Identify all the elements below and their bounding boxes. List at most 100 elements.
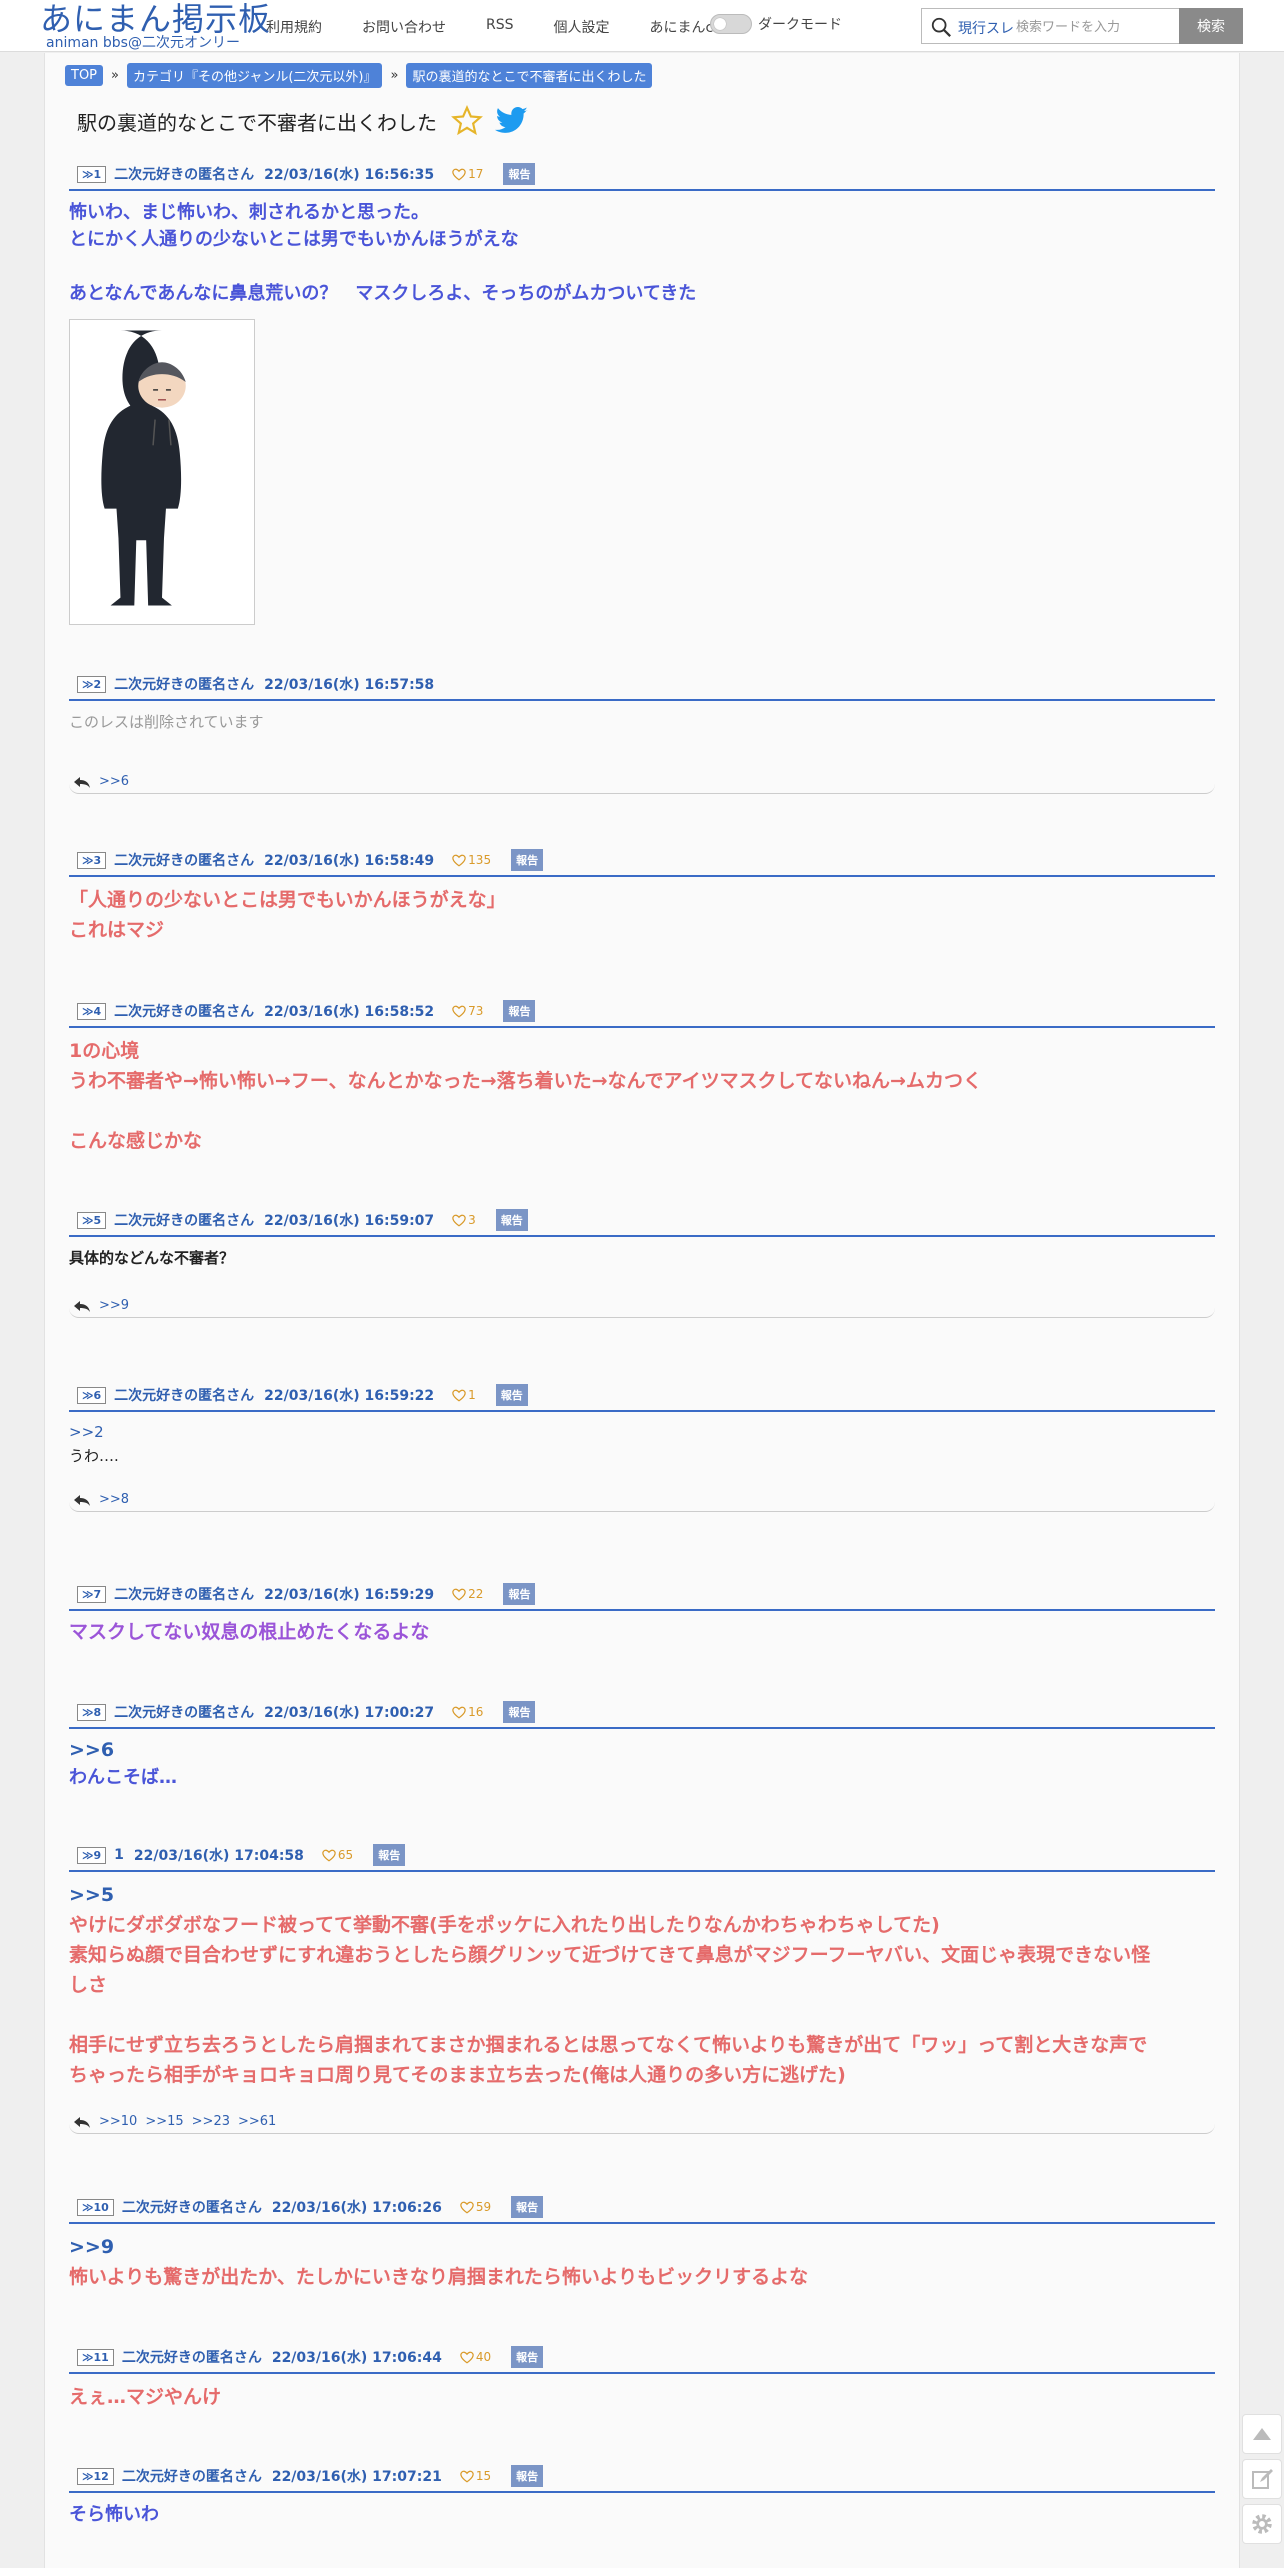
nav-terms[interactable]: 利用規約 — [266, 17, 322, 37]
post-number[interactable]: ≫7 — [77, 1585, 107, 1603]
like-button[interactable]: 73 — [452, 1004, 483, 1018]
report-button[interactable]: 報告 — [511, 2196, 544, 2218]
like-button[interactable]: 59 — [460, 2200, 491, 2214]
reply-arrow-icon — [74, 776, 90, 788]
post-number[interactable]: ≫11 — [77, 2348, 114, 2366]
like-count: 65 — [337, 1848, 354, 1862]
search-input[interactable] — [1016, 14, 1146, 38]
post-body: 「人通りの少ないとこは男でもいかんほうがえな」 これはマジ — [69, 885, 1215, 945]
post-number[interactable]: ≫10 — [77, 2198, 114, 2216]
post-line: とにかく人通りの少ないとこは男でもいかんほうがえな — [69, 229, 519, 250]
twitter-icon[interactable] — [495, 106, 529, 136]
post-7: ≫7 二次元好きの匿名さん 22/03/16(水) 16:59:29 22 報告… — [69, 1583, 1215, 1646]
post-9: ≫9 1 22/03/16(水) 17:04:58 65 報告 >>5 やけにダ… — [69, 1844, 1215, 2134]
report-button[interactable]: 報告 — [511, 2346, 544, 2368]
heart-icon — [460, 2351, 474, 2363]
nav-rss[interactable]: RSS — [486, 17, 514, 37]
report-button[interactable]: 報告 — [511, 849, 544, 871]
reply-link[interactable]: >>15 — [145, 2114, 183, 2129]
like-button[interactable]: 40 — [460, 2350, 491, 2364]
post-number[interactable]: ≫3 — [77, 851, 107, 869]
report-button[interactable]: 報告 — [373, 1844, 406, 1866]
post-number-value: 12 — [93, 2469, 109, 2483]
search-scope[interactable]: 現行スレ — [958, 18, 1014, 38]
search-box: 現行スレ 検索 — [921, 8, 1243, 44]
report-button[interactable]: 報告 — [495, 1209, 528, 1231]
post-header: ≫5 二次元好きの匿名さん 22/03/16(水) 16:59:07 3 報告 — [69, 1209, 1215, 1237]
search-button[interactable]: 検索 — [1179, 8, 1243, 44]
post-6: ≫6 二次元好きの匿名さん 22/03/16(水) 16:59:22 1 報告 … — [69, 1384, 1215, 1512]
breadcrumb-category[interactable]: カテゴリ『その他ジャンル(二次元以外)』 — [126, 63, 383, 88]
reply-link[interactable]: >>23 — [192, 2114, 230, 2129]
breadcrumb-thread[interactable]: 駅の裏道的なとこで不審者に出くわした — [406, 63, 653, 88]
post-line: うわ…. — [69, 1447, 119, 1465]
post-number[interactable]: ≫1 — [77, 165, 107, 183]
post-body: えぇ…マジやんけ — [69, 2386, 222, 2408]
post-5: ≫5 二次元好きの匿名さん 22/03/16(水) 16:59:07 3 報告 … — [69, 1209, 1215, 1318]
report-button[interactable]: 報告 — [503, 1583, 536, 1605]
post-number[interactable]: ≫9 — [77, 1846, 107, 1864]
breadcrumb-top[interactable]: TOP — [65, 65, 104, 86]
reply-link[interactable]: >>8 — [99, 1492, 129, 1507]
post-date: 22/03/16(水) 16:59:22 — [264, 1388, 435, 1404]
like-count: 59 — [475, 2200, 492, 2214]
post-image[interactable] — [69, 319, 255, 625]
like-button[interactable]: 1 — [452, 1388, 476, 1402]
post-number-value: 6 — [93, 1388, 102, 1402]
report-button[interactable]: 報告 — [495, 1384, 528, 1406]
dark-mode-label: ダークモード — [758, 17, 842, 33]
report-button[interactable]: 報告 — [503, 1701, 536, 1723]
post-line: こんな感じかな — [69, 1130, 203, 1152]
dark-mode-toggle[interactable] — [710, 14, 752, 34]
post-number[interactable]: ≫5 — [77, 1211, 107, 1229]
reply-link[interactable]: >>9 — [99, 1298, 129, 1313]
post-number[interactable]: ≫2 — [77, 675, 107, 693]
post-12: ≫12 二次元好きの匿名さん 22/03/16(水) 17:07:21 15 報… — [69, 2465, 1215, 2528]
like-button[interactable]: 15 — [460, 2469, 491, 2483]
like-button[interactable]: 16 — [452, 1705, 483, 1719]
post-date: 22/03/16(水) 16:58:49 — [264, 853, 435, 869]
post-number-value: 2 — [93, 677, 102, 691]
settings-button[interactable] — [1242, 2504, 1282, 2544]
like-button[interactable]: 3 — [452, 1213, 476, 1227]
report-button[interactable]: 報告 — [503, 1000, 536, 1022]
post-date: 22/03/16(水) 17:06:26 — [271, 2200, 442, 2216]
post-body: 怖いわ、まじ怖いわ、刺されるかと思った。 とにかく人通りの少ないとこは男でもいか… — [69, 199, 1215, 307]
post-4: ≫4 二次元好きの匿名さん 22/03/16(水) 16:58:52 73 報告… — [69, 1000, 1215, 1156]
post-2: ≫2 二次元好きの匿名さん 22/03/16(水) 16:57:58 このレスは… — [69, 673, 1215, 794]
report-button[interactable]: 報告 — [511, 2465, 544, 2487]
nav-settings[interactable]: 個人設定 — [554, 17, 610, 37]
like-button[interactable]: 17 — [452, 167, 483, 181]
site-logo[interactable]: あにまん掲示板 animan bbs@二次元オンリー — [40, 2, 271, 50]
like-button[interactable]: 22 — [452, 1587, 483, 1601]
post-number[interactable]: ≫4 — [77, 1002, 107, 1020]
write-post-button[interactable] — [1242, 2459, 1282, 2499]
post-body: >>5 やけにダボダボなフード被ってて挙動不審(手をポッケに入れたり出したりなん… — [69, 1880, 1215, 2090]
post-number[interactable]: ≫12 — [77, 2467, 114, 2485]
favorite-star-icon[interactable] — [451, 105, 483, 137]
heart-icon — [322, 1849, 336, 1861]
anchor-link[interactable]: >>2 — [69, 1420, 1215, 1444]
post-number[interactable]: ≫8 — [77, 1703, 107, 1721]
like-button[interactable]: 135 — [452, 853, 491, 867]
like-count: 73 — [468, 1004, 484, 1018]
breadcrumb: TOP » カテゴリ『その他ジャンル(二次元以外)』 » 駅の裏道的なとこで不審… — [65, 63, 653, 88]
anchor-link[interactable]: >>9 — [69, 2232, 1215, 2262]
reply-link[interactable]: >>61 — [238, 2114, 276, 2129]
report-button[interactable]: 報告 — [503, 163, 536, 185]
reply-link[interactable]: >>10 — [99, 2114, 137, 2129]
like-count: 22 — [468, 1587, 484, 1601]
heart-icon — [452, 1588, 466, 1600]
anchor-link[interactable]: >>5 — [69, 1880, 1215, 1910]
like-button[interactable]: 65 — [322, 1848, 353, 1862]
nav-contact[interactable]: お問い合わせ — [362, 17, 446, 37]
heart-icon — [452, 1389, 466, 1401]
post-number[interactable]: ≫6 — [77, 1386, 107, 1404]
post-number-value: 8 — [93, 1705, 102, 1719]
post-line: 怖いわ、まじ怖いわ、刺されるかと思った。 — [69, 202, 429, 223]
anchor-link[interactable]: >>6 — [69, 1737, 1215, 1764]
post-date: 22/03/16(水) 17:00:27 — [264, 1705, 435, 1721]
reply-link[interactable]: >>6 — [99, 774, 129, 789]
logo-title: あにまん掲示板 — [40, 0, 272, 38]
scroll-top-button[interactable] — [1242, 2414, 1282, 2454]
